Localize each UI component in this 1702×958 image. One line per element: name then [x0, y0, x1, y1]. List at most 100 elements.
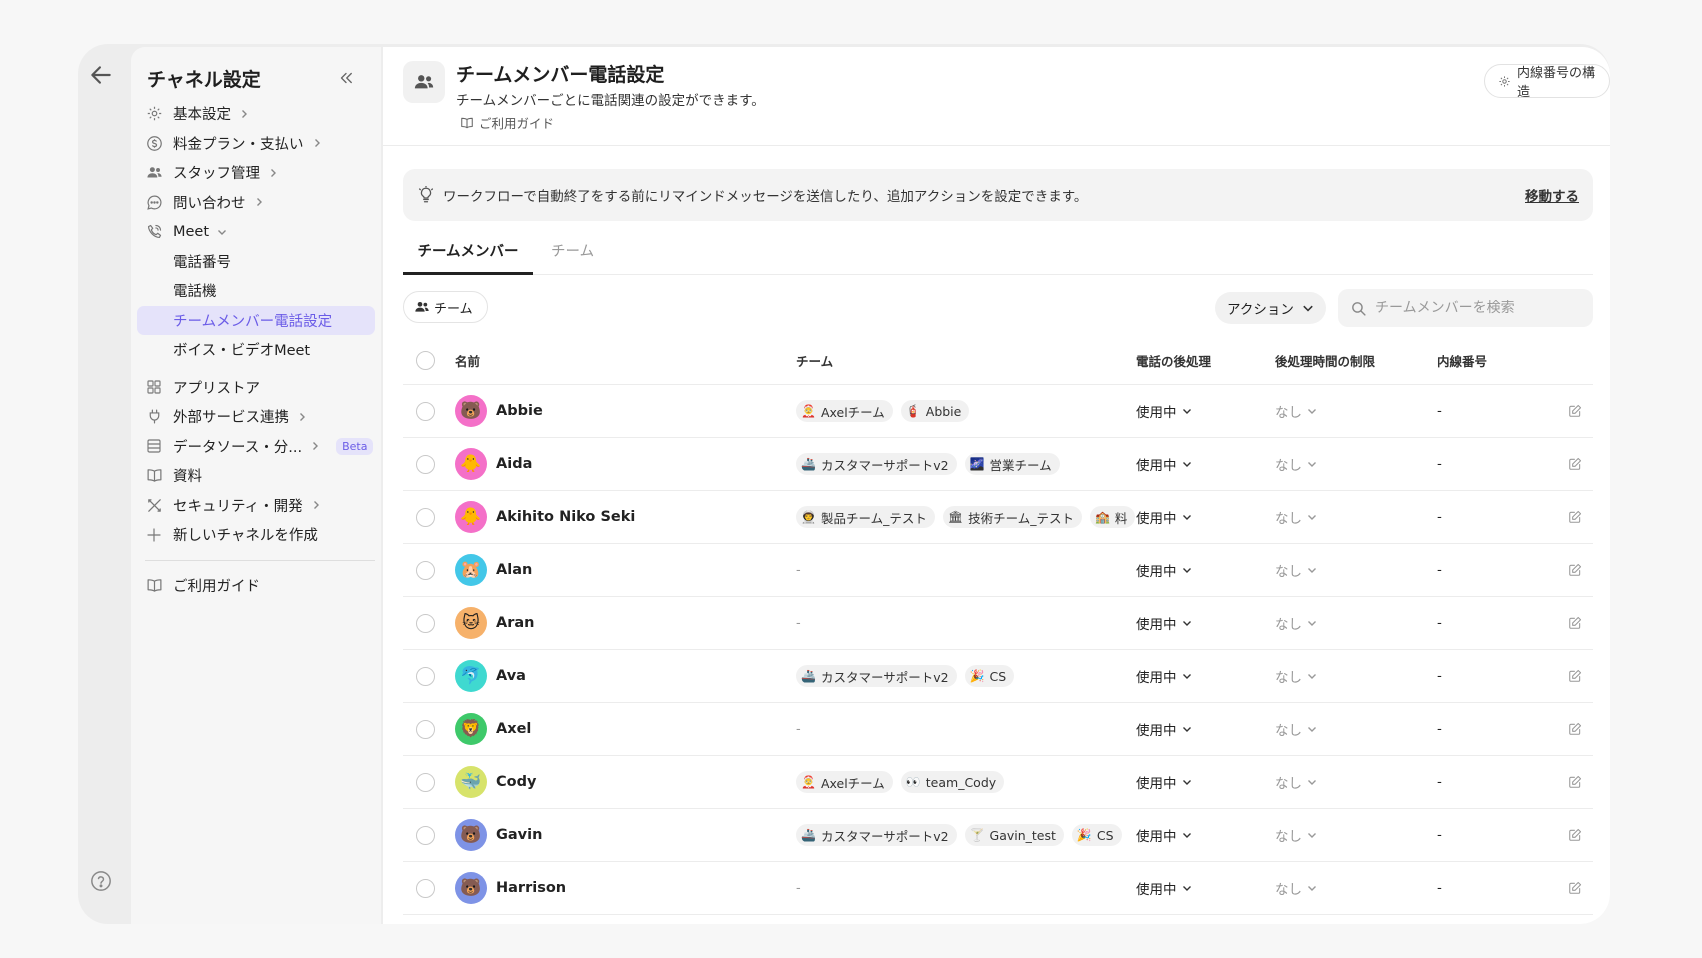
search-input[interactable]: [1375, 300, 1575, 316]
back-arrow-icon[interactable]: [88, 62, 114, 88]
sidebar-item-basic[interactable]: 基本設定: [137, 99, 375, 129]
time-limit-select[interactable]: なし: [1275, 878, 1317, 898]
row-checkbox[interactable]: [416, 666, 435, 686]
sidebar-item-phone-numbers[interactable]: 電話番号: [137, 247, 375, 277]
action-dropdown[interactable]: アクション: [1215, 292, 1326, 324]
team-tag[interactable]: 🏛 技術チーム_テスト: [942, 506, 1082, 528]
sidebar-item-meet[interactable]: Meet: [137, 217, 375, 247]
column-header-extension[interactable]: 内線番号: [1437, 337, 1487, 384]
search-icon: [1352, 301, 1366, 316]
row-checkbox[interactable]: [416, 878, 435, 898]
sidebar-item-data-source[interactable]: データソース・分... Beta: [137, 432, 375, 462]
team-filter-chip[interactable]: チーム: [403, 291, 488, 323]
column-header-name[interactable]: 名前: [455, 337, 480, 384]
post-processing-select[interactable]: 使用中: [1136, 666, 1192, 686]
app-window: チャネル設定 基本設定 料金プラン・支払い スタッフ管理 問い合わせ Meet …: [78, 44, 1610, 924]
member-name-cell: 🐹 Alan: [455, 544, 532, 596]
extension-cell: -: [1437, 544, 1442, 596]
team-tag[interactable]: 🚢 カスタマーサポートv2: [796, 453, 957, 475]
tab-team-members[interactable]: チームメンバー: [403, 233, 533, 275]
edit-icon[interactable]: [1568, 775, 1582, 789]
time-limit-select[interactable]: なし: [1275, 560, 1317, 580]
team-tag[interactable]: 🌌 営業チーム: [964, 453, 1060, 475]
post-processing-select[interactable]: 使用中: [1136, 560, 1192, 580]
post-processing-select[interactable]: 使用中: [1136, 719, 1192, 739]
sidebar-item-guide[interactable]: ご利用ガイド: [137, 571, 375, 601]
team-tag[interactable]: 🚢 カスタマーサポートv2: [796, 665, 957, 687]
sidebar-item-security[interactable]: セキュリティ・開発: [137, 491, 375, 521]
edit-icon[interactable]: [1568, 457, 1582, 471]
post-processing-select[interactable]: 使用中: [1136, 825, 1192, 845]
sidebar-item-voice-video-meet[interactable]: ボイス・ビデオMeet: [137, 335, 375, 365]
row-checkbox[interactable]: [416, 507, 435, 527]
team-tag[interactable]: 👀 team_Cody: [900, 771, 1005, 793]
people-icon: [145, 164, 163, 182]
row-checkbox[interactable]: [416, 560, 435, 580]
post-processing-value: 使用中: [1136, 564, 1177, 580]
time-limit-select[interactable]: なし: [1275, 401, 1317, 421]
team-tag[interactable]: 🧯 Abbie: [900, 400, 970, 422]
column-header-team[interactable]: チーム: [796, 337, 1136, 384]
collapse-icon[interactable]: [337, 69, 355, 87]
team-tag[interactable]: 👨‍🚀 製品チーム_テスト: [796, 506, 935, 528]
team-tag[interactable]: 🍸 Gavin_test: [964, 824, 1064, 846]
avatar: 🐱: [455, 607, 487, 639]
edit-icon[interactable]: [1568, 616, 1582, 630]
team-tag[interactable]: 🎉 CS: [1071, 824, 1122, 846]
sidebar-item-staff[interactable]: スタッフ管理: [137, 158, 375, 188]
time-limit-select[interactable]: なし: [1275, 613, 1317, 633]
sidebar-item-inquiry[interactable]: 問い合わせ: [137, 188, 375, 218]
column-header-time-limit[interactable]: 後処理時間の制限: [1275, 337, 1375, 384]
edit-icon[interactable]: [1568, 669, 1582, 683]
edit-icon[interactable]: [1568, 510, 1582, 524]
row-checkbox[interactable]: [416, 719, 435, 739]
time-limit-select[interactable]: なし: [1275, 507, 1317, 527]
time-limit-select[interactable]: なし: [1275, 666, 1317, 686]
edit-icon[interactable]: [1568, 722, 1582, 736]
post-processing-select[interactable]: 使用中: [1136, 772, 1192, 792]
team-tag[interactable]: 🚢 カスタマーサポートv2: [796, 824, 957, 846]
row-checkbox[interactable]: [416, 825, 435, 845]
time-limit-select[interactable]: なし: [1275, 454, 1317, 474]
post-processing-select[interactable]: 使用中: [1136, 878, 1192, 898]
post-processing-select[interactable]: 使用中: [1136, 613, 1192, 633]
team-tag[interactable]: 🤶 Axelチーム: [796, 771, 893, 793]
edit-icon[interactable]: [1568, 563, 1582, 577]
post-processing-select[interactable]: 使用中: [1136, 507, 1192, 527]
post-processing-select[interactable]: 使用中: [1136, 401, 1192, 421]
page-title: チームメンバー電話設定: [456, 64, 665, 86]
guide-link[interactable]: ご利用ガイド: [460, 113, 554, 132]
row-checkbox[interactable]: [416, 454, 435, 474]
time-limit-value: なし: [1275, 617, 1302, 633]
edit-icon[interactable]: [1568, 828, 1582, 842]
team-tag[interactable]: 🎉 CS: [964, 665, 1015, 687]
banner-move-link[interactable]: 移動する: [1525, 185, 1579, 205]
time-limit-select[interactable]: なし: [1275, 772, 1317, 792]
sidebar-item-member-phone-settings[interactable]: チームメンバー電話設定: [137, 305, 375, 335]
sidebar-item-label: 外部サービス連携: [173, 410, 289, 427]
banner-text: ワークフローで自動終了をする前にリマインドメッセージを送信したり、追加アクション…: [443, 189, 1088, 205]
edit-icon[interactable]: [1568, 881, 1582, 895]
sidebar-item-documents[interactable]: 資料: [137, 461, 375, 491]
row-checkbox[interactable]: [416, 401, 435, 421]
extension-structure-button[interactable]: 内線番号の構造: [1484, 64, 1610, 100]
row-checkbox[interactable]: [416, 772, 435, 792]
post-processing-cell: 使用中: [1136, 650, 1192, 702]
sidebar-item-billing[interactable]: 料金プラン・支払い: [137, 129, 375, 159]
sidebar-item-integrations[interactable]: 外部サービス連携: [137, 402, 375, 432]
sidebar-item-app-store[interactable]: アプリストア: [137, 373, 375, 403]
page-subtitle: チームメンバーごとに電話関連の設定ができます。: [456, 93, 765, 109]
time-limit-select[interactable]: なし: [1275, 719, 1317, 739]
team-tag[interactable]: 🏫 料: [1089, 506, 1136, 528]
post-processing-select[interactable]: 使用中: [1136, 454, 1192, 474]
row-checkbox[interactable]: [416, 613, 435, 633]
sidebar-item-new-channel[interactable]: 新しいチャネルを作成: [137, 520, 375, 550]
tab-teams[interactable]: チーム: [551, 233, 594, 275]
sidebar-item-phones[interactable]: 電話機: [137, 276, 375, 306]
edit-icon[interactable]: [1568, 404, 1582, 418]
column-header-post-processing[interactable]: 電話の後処理: [1136, 337, 1211, 384]
select-all-checkbox[interactable]: [416, 351, 435, 370]
time-limit-select[interactable]: なし: [1275, 825, 1317, 845]
help-icon[interactable]: [90, 870, 112, 892]
team-tag[interactable]: 🤶 Axelチーム: [796, 400, 893, 422]
